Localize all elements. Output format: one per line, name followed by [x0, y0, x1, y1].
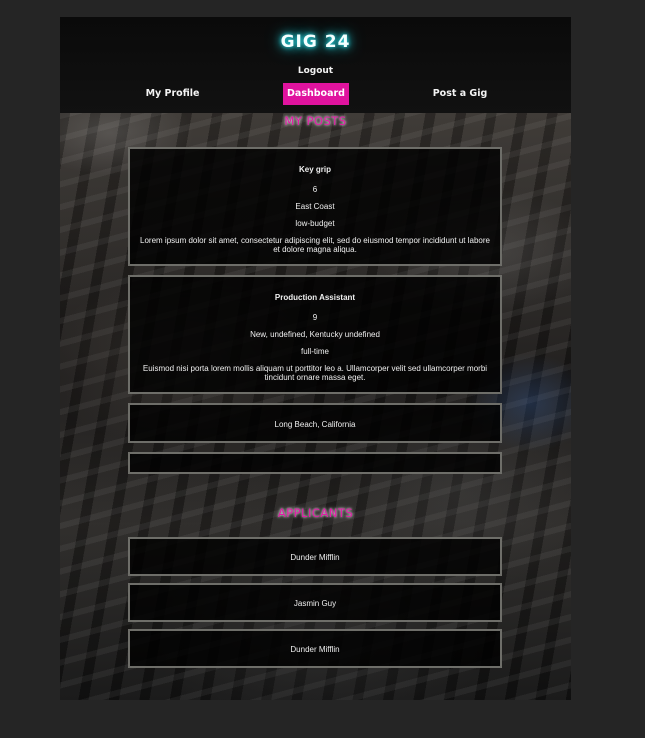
post-location: East Coast [295, 202, 335, 211]
post-card[interactable] [128, 452, 502, 474]
post-role: Key grip [298, 165, 331, 174]
applicant-name: Dunder Mifflin [290, 553, 340, 562]
applicant-card[interactable]: Jasmin Guy [128, 583, 502, 622]
nav-dashboard[interactable]: Dashboard [283, 83, 349, 105]
app-window: GIG 24 Logout My Profile Dashboard Post … [60, 17, 571, 700]
post-location: Long Beach, California [274, 420, 356, 429]
post-description: Lorem ipsum dolor sit amet, consectetur … [140, 236, 490, 254]
post-location: New, undefined, Kentucky undefined [250, 330, 380, 339]
post-description: Euismod nisi porta lorem mollis aliquam … [142, 364, 488, 382]
post-card[interactable]: Production Assistant 9 New, undefined, K… [128, 275, 502, 394]
applicant-card[interactable]: Dunder Mifflin [128, 537, 502, 576]
post-role: Production Assistant [274, 293, 356, 302]
background-photo: MY POSTS Key grip 6 East Coast low-budge… [60, 113, 571, 700]
applicant-name: Dunder Mifflin [290, 645, 340, 654]
applicant-card[interactable]: Dunder Mifflin [128, 629, 502, 668]
post-budget: full-time [300, 347, 329, 356]
post-count: 9 [312, 313, 318, 322]
nav-post-a-gig[interactable]: Post a Gig [424, 83, 496, 105]
applicant-name: Jasmin Guy [293, 599, 337, 608]
my-posts-heading: MY POSTS [284, 114, 347, 128]
logout-link[interactable]: Logout [60, 66, 571, 76]
site-logo[interactable]: GIG 24 [60, 32, 571, 52]
nav-my-profile[interactable]: My Profile [135, 83, 210, 105]
applicants-heading: APPLICANTS [277, 506, 354, 520]
post-budget: low-budget [295, 219, 335, 228]
post-count: 6 [312, 185, 318, 194]
post-card[interactable]: Long Beach, California [128, 403, 502, 443]
main-nav: My Profile Dashboard Post a Gig [60, 83, 571, 105]
site-header: GIG 24 Logout My Profile Dashboard Post … [60, 17, 571, 113]
post-card[interactable]: Key grip 6 East Coast low-budget Lorem i… [128, 147, 502, 266]
